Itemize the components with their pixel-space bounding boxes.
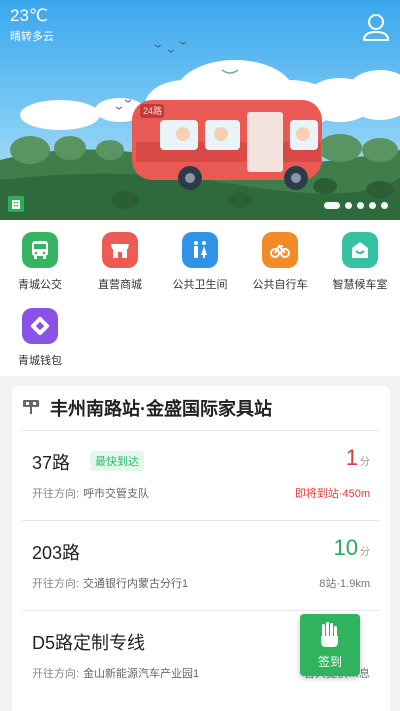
direction-label: 开往方向:	[32, 668, 80, 680]
menu-item-store[interactable]: 直营商城	[80, 220, 160, 291]
temperature: 23℃	[10, 6, 49, 25]
route-name: D5路定制专线	[32, 633, 146, 653]
eta-value: 1	[345, 445, 358, 470]
carousel-dot[interactable]	[369, 202, 376, 209]
route-row-37[interactable]: 37路 最快到达 开往方向: 呼市交管支队 1分 即将到站·450m	[22, 430, 380, 520]
check-in-label: 签到	[317, 655, 342, 669]
menu-item-label: 青城钱包	[18, 355, 62, 367]
building-icon	[8, 196, 24, 212]
station-header[interactable]: 丰州南路站·金盛国际家具站	[12, 386, 390, 430]
menu-item-smart-waiting-room[interactable]: 智慧候车室	[320, 220, 400, 291]
carousel-dot[interactable]	[357, 202, 364, 209]
eta-unit: 分	[360, 547, 370, 558]
hand-icon	[300, 620, 360, 655]
weather-widget: 23℃ 晴转多云	[10, 6, 54, 44]
route-eta: 1分	[346, 445, 370, 471]
weather-description: 晴转多云	[10, 31, 54, 43]
menu-item-label: 青城公交	[18, 279, 62, 291]
menu-item-restroom[interactable]: 公共卫生间	[160, 220, 240, 291]
route-name: 203路	[32, 543, 81, 563]
route-arrival-info: 即将到站·450m	[294, 488, 370, 500]
menu-item-label: 公共自行车	[252, 279, 308, 291]
eta-value: 10	[333, 535, 358, 560]
carousel-dot-active[interactable]	[324, 202, 340, 209]
route-direction: 开往方向: 金山新能源汽车产业园1	[32, 665, 199, 681]
route-arrival-info: 8站·1.9km	[319, 578, 370, 590]
bus-icon	[22, 232, 58, 268]
route-eta: 10 分	[334, 535, 370, 561]
direction-label: 开往方向:	[32, 488, 80, 500]
menu-item-qingcheng-bus[interactable]: 青城公交	[0, 220, 80, 291]
menu-item-label: 直营商城	[98, 279, 142, 291]
fastest-arrival-badge: 最快到达	[90, 451, 144, 471]
carousel-indicator	[324, 202, 388, 209]
check-in-button[interactable]: 签到	[300, 614, 360, 676]
route-direction: 开往方向: 呼市交管支队	[32, 485, 149, 501]
route-destination: 交通银行内蒙古分行1	[83, 578, 189, 590]
station-name: 丰州南路站·金盛国际家具站	[50, 399, 272, 419]
menu-item-wallet[interactable]: 青城钱包	[0, 296, 80, 367]
route-name: 37路	[32, 453, 71, 473]
menu-item-public-bicycle[interactable]: 公共自行车	[240, 220, 320, 291]
eta-unit: 分	[360, 457, 370, 468]
carousel-dot[interactable]	[381, 202, 388, 209]
bicycle-icon	[262, 232, 298, 268]
user-profile-icon[interactable]	[362, 12, 390, 42]
route-direction: 开往方向: 交通银行内蒙古分行1	[32, 575, 188, 591]
route-destination: 呼市交管支队	[83, 488, 150, 500]
bus-route-sign: 24路	[143, 105, 162, 116]
waiting-room-icon	[342, 232, 378, 268]
direction-label: 开往方向:	[32, 578, 80, 590]
quick-menu: 青城公交 直营商城 公共卫生间 公共自行车 智慧候车室 青城钱包	[0, 220, 400, 376]
store-icon	[102, 232, 138, 268]
banner-carousel[interactable]: 24路 23℃ 晴转多云	[0, 0, 400, 220]
route-destination: 金山新能源汽车产业园1	[83, 668, 200, 680]
wallet-icon	[22, 308, 58, 344]
menu-item-label: 智慧候车室	[332, 279, 388, 291]
route-row-203[interactable]: 203路 开往方向: 交通银行内蒙古分行1 10 分 8站·1.9km	[22, 520, 380, 610]
carousel-dot[interactable]	[345, 202, 352, 209]
bus-stop-icon	[22, 397, 40, 420]
menu-item-label: 公共卫生间	[172, 279, 228, 291]
restroom-icon	[182, 232, 218, 268]
banner-illustration: 24路	[0, 41, 400, 220]
